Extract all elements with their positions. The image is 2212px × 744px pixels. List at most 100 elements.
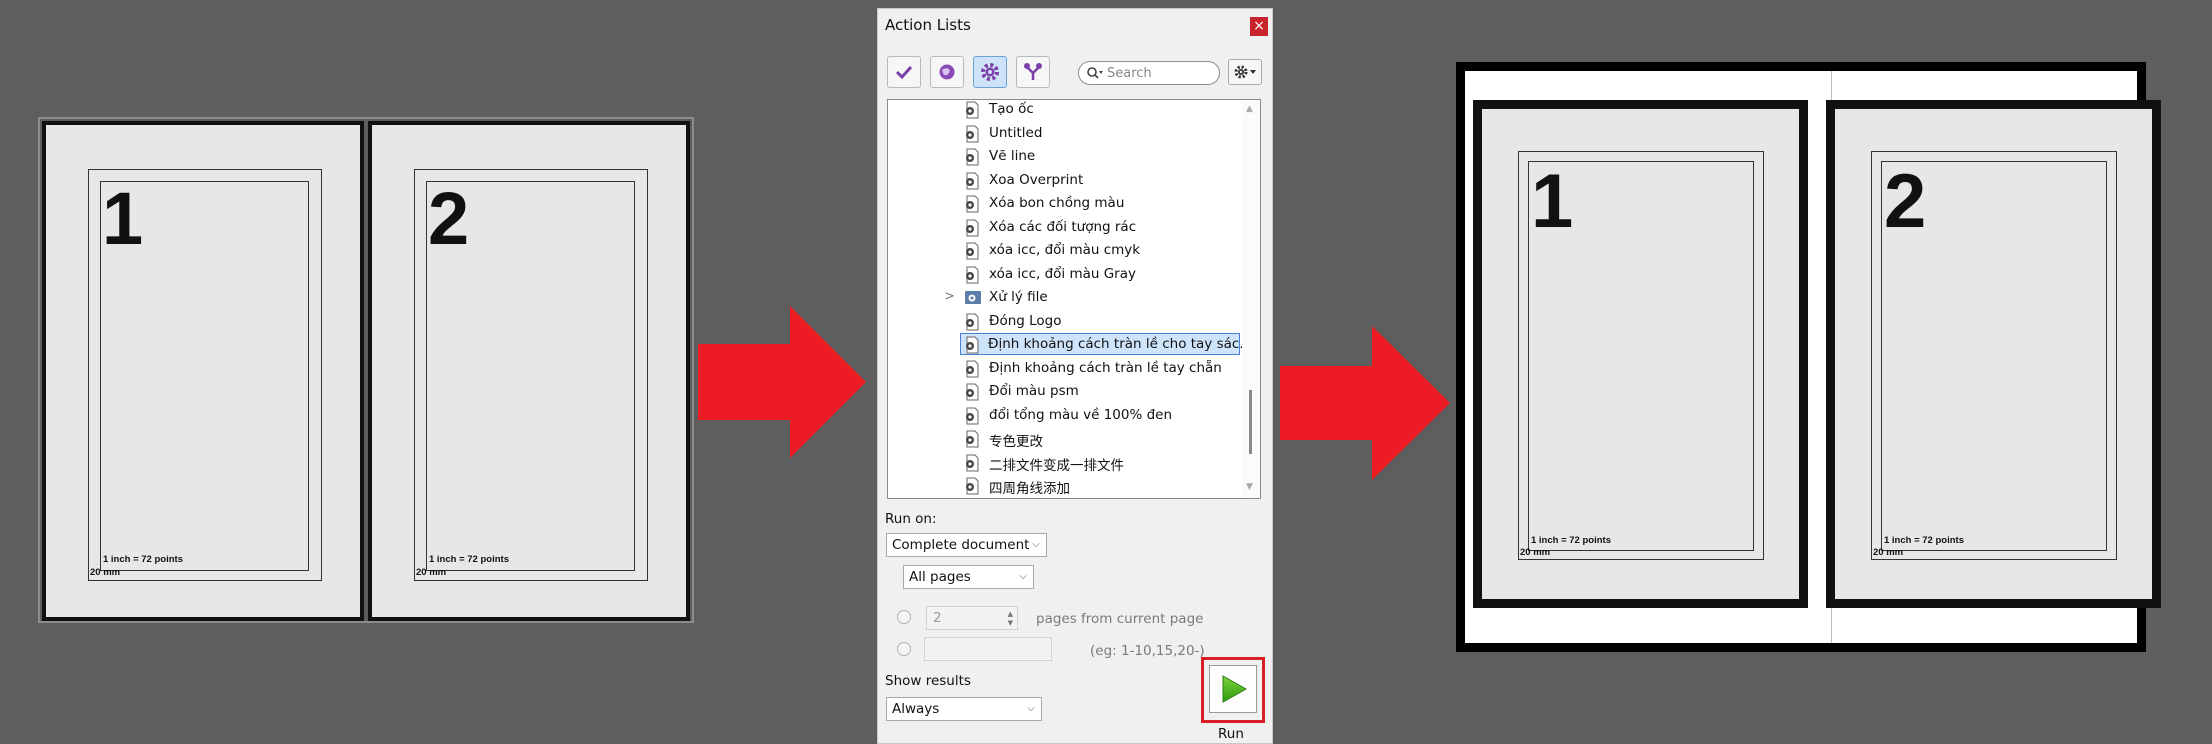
- list-item[interactable]: Xoa Overprint: [888, 169, 1240, 192]
- gear-icon: [1234, 65, 1248, 79]
- list-item-label: 专色更改: [989, 434, 1043, 450]
- margin-note: 20 mm: [416, 567, 447, 578]
- search-box[interactable]: [1078, 61, 1220, 85]
- page-note: 1 inch = 72 points: [103, 554, 183, 565]
- list-item[interactable]: > Xử lý file: [888, 286, 1240, 309]
- list-item[interactable]: Định khoảng cách tràn lề tay chẵn: [888, 357, 1240, 380]
- scroll-up-icon[interactable]: ▲: [1246, 104, 1253, 114]
- list-item-label: Đóng Logo: [989, 312, 1062, 329]
- list-item[interactable]: Xóa các đối tượng rác: [888, 216, 1240, 239]
- show-results-value: Always: [892, 701, 940, 717]
- pages-count-value: 2: [933, 610, 942, 626]
- check-filter-button[interactable]: [887, 56, 921, 88]
- chevron-down-icon: ⌵: [1027, 703, 1035, 714]
- list-item-label: Định khoảng cách tràn lề tay chẵn: [989, 359, 1222, 376]
- scroll-down-icon[interactable]: ▼: [1246, 482, 1253, 492]
- pages-from-current-radio[interactable]: [897, 610, 911, 624]
- show-results-label: Show results: [885, 673, 971, 689]
- scrollbar-thumb[interactable]: [1249, 390, 1252, 454]
- list-item-label: Xóa bon chồng màu: [989, 195, 1125, 211]
- action-gear-icon: [966, 101, 979, 119]
- action-gear-icon: [966, 336, 979, 354]
- arrow-right-icon: [1280, 326, 1450, 480]
- margin-note: 20 mm: [90, 567, 121, 578]
- left-preview-spread: 1 1 inch = 72 points 20 mm 2 1 inch = 72…: [38, 117, 694, 623]
- check-icon: [895, 65, 913, 80]
- page-range-radio[interactable]: [897, 642, 911, 656]
- action-gear-icon: [966, 383, 979, 401]
- folder-gear-icon: [965, 291, 981, 304]
- search-input[interactable]: [1107, 65, 1215, 81]
- globe-filter-button[interactable]: [930, 56, 964, 88]
- list-item[interactable]: 四周角线添加: [888, 474, 1240, 497]
- list-item-label: Định khoảng cách tràn lề cho tay sác...: [988, 336, 1253, 352]
- action-lists-dialog: Action Lists × Search Tạo ốc Untitled Vẽ…: [877, 8, 1273, 744]
- dialog-title: Action Lists: [885, 16, 971, 34]
- search-icon: [1087, 67, 1103, 79]
- list-item[interactable]: Vẽ line: [888, 145, 1240, 168]
- chevron-down-icon: ⌵: [1019, 571, 1027, 582]
- run-button[interactable]: [1201, 657, 1265, 723]
- page-number: 1: [102, 177, 144, 260]
- run-on-scope-select[interactable]: Complete document ⌵: [886, 533, 1047, 557]
- close-button[interactable]: ×: [1250, 17, 1268, 36]
- action-gear-icon: [966, 407, 979, 424]
- pages-select[interactable]: All pages ⌵: [903, 565, 1034, 589]
- list-item[interactable]: 二排文件变成一排文件: [888, 451, 1240, 474]
- list-item[interactable]: đổi tổng màu về 100% đen: [888, 404, 1240, 427]
- right-page-2: 2 1 inch = 72 points 20 mm: [1826, 100, 2161, 608]
- action-gear-icon: [966, 195, 979, 213]
- run-on-label: Run on:: [885, 511, 937, 527]
- stepper-up-icon[interactable]: ▲: [1008, 610, 1013, 618]
- list-item-label: 四周角线添加: [989, 481, 1070, 497]
- list-item[interactable]: Đóng Logo: [888, 310, 1240, 333]
- pages-from-label: pages from current page: [1036, 611, 1204, 627]
- list-item-label: Xoa Overprint: [989, 171, 1084, 188]
- list-item-label: đổi tổng màu về 100% đen: [989, 406, 1173, 423]
- list-item[interactable]: Tạo ốc: [888, 100, 1240, 121]
- list-item[interactable]: Định khoảng cách tràn lề cho tay sác...: [888, 333, 1252, 356]
- list-item-label: Vẽ line: [989, 148, 1036, 164]
- show-results-select[interactable]: Always ⌵: [886, 697, 1042, 721]
- list-item[interactable]: 专色更改: [888, 427, 1240, 450]
- action-list[interactable]: Tạo ốc Untitled Vẽ line Xoa Overprint Xóa bo…: [887, 99, 1261, 499]
- list-item[interactable]: Untitled: [888, 122, 1240, 145]
- margin-note: 20 mm: [1873, 547, 1904, 558]
- stepper-down-icon[interactable]: ▼: [1008, 619, 1013, 627]
- chevron-down-icon: ⌵: [1032, 539, 1040, 550]
- arrow-right-icon: [698, 306, 866, 458]
- chevron-right-icon[interactable]: >: [944, 289, 955, 304]
- action-gear-icon: [966, 266, 979, 283]
- page-number: 2: [1884, 159, 1927, 244]
- gear-filter-button[interactable]: [973, 56, 1007, 88]
- action-gear-icon: [966, 454, 979, 471]
- list-item-label: 二排文件变成一排文件: [989, 457, 1124, 474]
- play-icon: [1222, 675, 1248, 703]
- chevron-down-icon: [1250, 70, 1256, 74]
- action-gear-icon: [966, 125, 979, 142]
- list-item-label: Xử lý file: [989, 289, 1048, 305]
- list-item[interactable]: Xóa bon chồng màu: [888, 192, 1240, 215]
- list-item-label: Tạo ốc: [989, 101, 1034, 117]
- action-gear-icon: [966, 313, 979, 330]
- list-item[interactable]: xóa icc, đổi màu Gray: [888, 263, 1240, 286]
- page-number: 1: [1531, 159, 1574, 244]
- run-on-scope-value: Complete document: [892, 537, 1030, 553]
- options-menu-button[interactable]: [1228, 59, 1262, 85]
- page-note: 1 inch = 72 points: [429, 554, 509, 565]
- list-item-label: Xóa các đối tượng rác: [989, 218, 1137, 235]
- globe-icon: [939, 64, 955, 80]
- list-item[interactable]: Đổi màu psm: [888, 380, 1240, 403]
- right-preview-spread: 1 1 inch = 72 points 20 mm 2 1 inch = 72…: [1456, 62, 2161, 652]
- action-gear-icon: [966, 242, 979, 260]
- filter-button[interactable]: [1016, 56, 1050, 88]
- pages-count-stepper[interactable]: 2 ▲ ▼: [926, 606, 1018, 630]
- run-button-face[interactable]: [1209, 665, 1257, 713]
- list-item[interactable]: xóa icc, đổi màu cmyk: [888, 239, 1240, 262]
- range-hint: (eg: 1-10,15,20-): [1090, 643, 1205, 659]
- action-gear-icon: [966, 477, 979, 495]
- list-item-label: xóa icc, đổi màu cmyk: [989, 242, 1141, 258]
- list-scrollbar[interactable]: ▲ ▼: [1242, 100, 1260, 498]
- action-gear-icon: [966, 148, 979, 166]
- page-range-input[interactable]: [924, 637, 1052, 661]
